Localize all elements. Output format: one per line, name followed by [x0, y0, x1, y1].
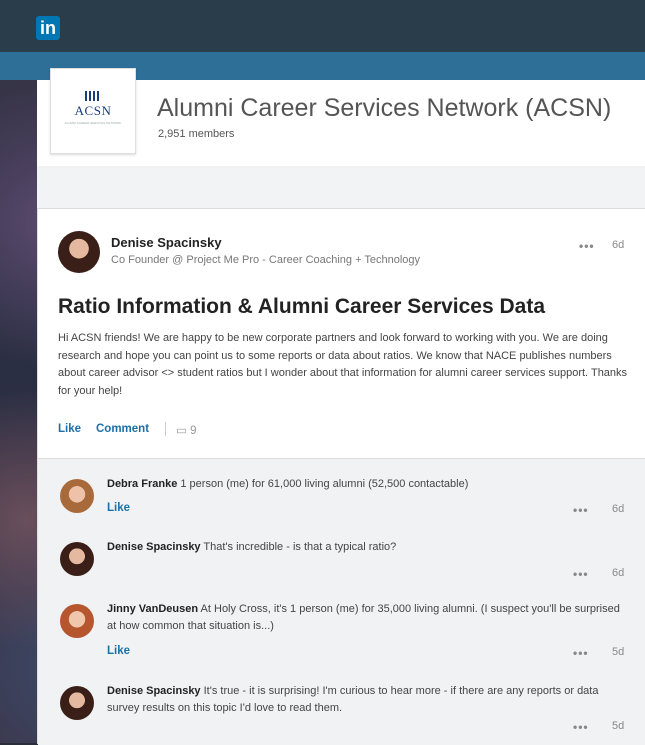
comment-time: 5d	[612, 646, 625, 658]
comment-menu-icon[interactable]: •••	[573, 646, 589, 660]
commenter-avatar[interactable]	[60, 542, 94, 576]
comments-section: Debra Franke 1 person (me) for 61,000 li…	[38, 458, 645, 745]
flag-icon	[85, 91, 101, 101]
group-logo-acronym: ACSN	[74, 103, 112, 118]
linkedin-logo-icon[interactable]: in	[36, 16, 60, 40]
comment-button[interactable]: Comment	[96, 423, 149, 435]
speech-bubble-icon: ▭	[176, 425, 187, 437]
discussion-post: Denise Spacinsky Co Founder @ Project Me…	[37, 208, 645, 745]
comment-text: Denise Spacinsky That's incredible - is …	[107, 539, 627, 556]
post-author-name[interactable]: Denise Spacinsky	[111, 235, 222, 250]
comment-time: 6d	[612, 567, 625, 579]
comment-text: Debra Franke 1 person (me) for 61,000 li…	[107, 476, 627, 493]
comment-body: 1 person (me) for 61,000 living alumni (…	[180, 478, 469, 490]
group-members-count[interactable]: 2,951 members	[158, 128, 234, 140]
comment-count[interactable]: ▭ 9	[176, 423, 196, 437]
divider	[165, 422, 166, 436]
like-button[interactable]: Like	[58, 423, 81, 435]
comment-author[interactable]: Denise Spacinsky	[107, 541, 201, 553]
post-actions: Like Comment ▭ 9	[58, 422, 196, 437]
comment-like-button[interactable]: Like	[107, 645, 130, 657]
comment-like-button[interactable]: Like	[107, 502, 130, 514]
post-title[interactable]: Ratio Information & Alumni Career Servic…	[58, 295, 545, 319]
author-avatar[interactable]	[58, 231, 100, 273]
comment-author[interactable]: Denise Spacinsky	[107, 685, 201, 697]
post-time: 6d	[612, 239, 625, 251]
group-header: ACSN ALUMNI CAREER SERVICES NETWORK Alum…	[37, 68, 645, 167]
comment-menu-icon[interactable]: •••	[573, 720, 589, 734]
comment-text: Denise Spacinsky It's true - it is surpr…	[107, 683, 627, 717]
group-title[interactable]: Alumni Career Services Network (ACSN)	[157, 94, 611, 123]
comment-text: Jinny VanDeusen At Holy Cross, it's 1 pe…	[107, 601, 627, 635]
spacer	[37, 166, 645, 208]
top-nav-bar: in	[0, 0, 645, 52]
comment-menu-icon[interactable]: •••	[573, 567, 589, 581]
commenter-avatar[interactable]	[60, 479, 94, 513]
commenter-avatar[interactable]	[60, 604, 94, 638]
comment-author[interactable]: Debra Franke	[107, 478, 177, 490]
comment-count-value: 9	[190, 425, 197, 437]
group-logo[interactable]: ACSN ALUMNI CAREER SERVICES NETWORK	[50, 68, 136, 154]
commenter-avatar[interactable]	[60, 686, 94, 720]
comment-author[interactable]: Jinny VanDeusen	[107, 603, 198, 615]
comment-time: 6d	[612, 503, 625, 515]
group-logo-subtitle: ALUMNI CAREER SERVICES NETWORK	[64, 121, 122, 125]
comment-time: 5d	[612, 720, 625, 732]
post-body: Hi ACSN friends! We are happy to be new …	[58, 332, 628, 397]
comment-menu-icon[interactable]: •••	[573, 503, 589, 517]
post-author-headline: Co Founder @ Project Me Pro - Career Coa…	[111, 254, 421, 266]
comment-body: That's incredible - is that a typical ra…	[203, 541, 397, 553]
post-menu-icon[interactable]: •••	[579, 239, 595, 253]
